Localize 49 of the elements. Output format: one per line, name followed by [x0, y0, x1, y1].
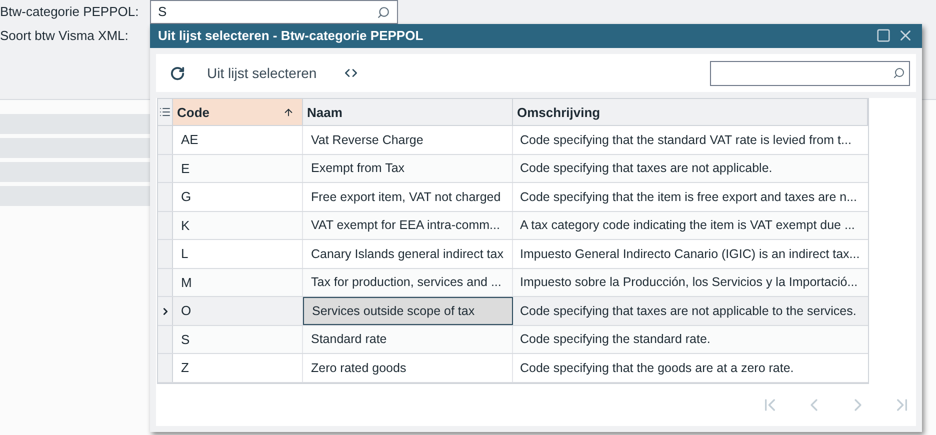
- select-button[interactable]: Uit lijst selecteren: [207, 62, 317, 84]
- table-cell-text: Code specifying that the goods are at a zero rate.: [519, 360, 795, 377]
- table-row[interactable]: L Canary Islands general indirect tax Impuesto General Indirecto Canario (IGIC) is an indirect tax...: [158, 240, 868, 269]
- table-cell: Exempt from Tax: [303, 154, 513, 182]
- table-cell: Standard rate: [303, 326, 513, 354]
- table-row[interactable]: K VAT exempt for EEA intra-comm... A tax category code indicating the item is VAT exempt due ...: [158, 212, 868, 240]
- table-cell-text: Code specifying that the standard VAT rate is levied from t...: [519, 132, 852, 149]
- table-cell: Zero rated goods: [303, 354, 513, 382]
- search-field[interactable]: [710, 60, 910, 86]
- table-row[interactable]: AE Vat Reverse Charge Code specifying that the standard VAT rate is levied from t...: [158, 126, 868, 155]
- table-cell-text: Code specifying the standard rate.: [519, 331, 712, 348]
- table-cell: AE: [173, 126, 303, 154]
- table-row[interactable]: G Free export item, VAT not charged Code specifying that the item is free export and taxes are n...: [158, 183, 868, 212]
- refresh-icon[interactable]: [170, 66, 185, 81]
- table-cell: Vat Reverse Charge: [303, 126, 513, 154]
- field-label: Soort btw Visma XML:: [0, 28, 130, 44]
- table-cell: Canary Islands general indirect tax: [303, 240, 513, 268]
- column-header[interactable]: Code: [173, 99, 303, 126]
- table-cell: G: [173, 183, 303, 211]
- table-row[interactable]: S Standard rate Code specifying the standard rate.: [158, 326, 868, 354]
- table-cell: L: [173, 240, 303, 268]
- column-header[interactable]: Omschrijving: [513, 99, 868, 126]
- field-label: Btw-categorie PEPPOL:: [0, 4, 140, 20]
- search-icon[interactable]: [377, 6, 390, 18]
- table-cell-text: Code specifying that taxes are not applicable to the services.: [519, 302, 858, 320]
- table-cell: S: [173, 326, 303, 354]
- dialog-title: Uit lijst selecteren - Btw-categorie PEPPOL: [158, 27, 424, 46]
- sort-ascending-icon: [283, 106, 294, 118]
- table-cell-text: Impuesto sobre la Producción, los Servicios y la Importació...: [519, 274, 859, 292]
- table-row[interactable]: Z Zero rated goods Code specifying that the goods are at a zero rate.: [158, 354, 868, 383]
- table-cell: Services outside scope of tax: [303, 297, 513, 325]
- table-row[interactable]: O Services outside scope of tax Code specifying that taxes are not applicable to the services.: [158, 297, 868, 326]
- table-cell-text: Impuesto General Indirecto Canario (IGIC) is an indirect tax...: [519, 246, 861, 263]
- search-icon[interactable]: [893, 67, 905, 80]
- table-cell-text: A tax category code indicating the item is VAT exempt due ...: [519, 217, 856, 234]
- table-cell: Free export item, VAT not charged: [303, 183, 513, 211]
- table-cell: K: [173, 212, 303, 240]
- table-cell-text: Code specifying that the item is free export and taxes are n...: [519, 188, 858, 206]
- lookup-field[interactable]: S: [150, 0, 398, 24]
- table-cell: M: [173, 268, 303, 296]
- table-cell-text: Code specifying that taxes are not applicable.: [519, 160, 774, 178]
- table-row[interactable]: M Tax for production, services and ... Impuesto sobre la Producción, los Servicios y la Importació...: [158, 268, 868, 298]
- table-cell: E: [173, 154, 303, 182]
- maximize-icon[interactable]: [876, 28, 891, 44]
- table-cell: Z: [173, 354, 303, 382]
- column-header[interactable]: Naam: [303, 99, 513, 126]
- table-cell: VAT exempt for EEA intra-comm...: [303, 212, 513, 240]
- table-cell: Tax for production, services and ...: [303, 268, 513, 296]
- table-row[interactable]: E Exempt from Tax Code specifying that taxes are not applicable.: [158, 154, 868, 184]
